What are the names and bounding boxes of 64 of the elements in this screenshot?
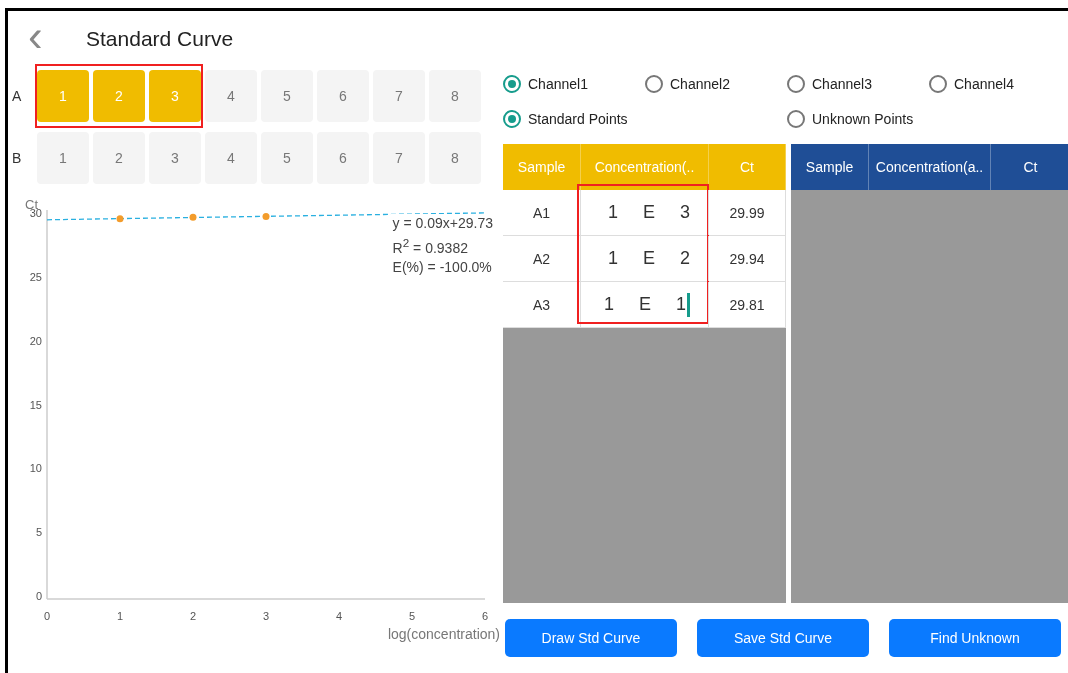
- table-cell: 29.99: [709, 190, 786, 235]
- well-button[interactable]: 5: [261, 70, 313, 122]
- table-cell: A2: [503, 236, 581, 281]
- tick-label: 2: [189, 610, 197, 622]
- action-button[interactable]: Save Std Curve: [697, 619, 869, 657]
- radio-label: Channel1: [528, 75, 588, 92]
- concentration-field[interactable]: 1 E 1: [581, 282, 709, 327]
- channel-radio[interactable]: Channel4: [929, 74, 1068, 93]
- equation-text: R$^{2}$ = 0.9382: [392, 235, 469, 258]
- radio-icon[interactable]: [503, 74, 521, 93]
- table-cell: 29.94: [709, 236, 786, 281]
- action-button[interactable]: Draw Std Curve: [505, 619, 677, 657]
- equation-text: E(%) = -100.0%: [392, 257, 493, 277]
- row-label: B: [11, 150, 23, 166]
- radio-icon[interactable]: [503, 109, 521, 128]
- radio-icon[interactable]: [787, 109, 805, 128]
- radio-label: Channel3: [812, 75, 872, 92]
- well-button[interactable]: 8: [429, 70, 481, 122]
- points-radio[interactable]: Standard Points: [503, 109, 787, 128]
- tick-label: 0: [35, 589, 42, 602]
- radio-label: Channel2: [670, 75, 730, 92]
- tick-label: 6: [481, 610, 489, 622]
- action-button[interactable]: Find Unknown: [889, 619, 1061, 657]
- well-button[interactable]: 8: [429, 132, 481, 184]
- well-button[interactable]: 2: [93, 132, 145, 184]
- tick-label: 0: [43, 610, 51, 622]
- well-button[interactable]: 6: [317, 70, 369, 122]
- radio-label: Standard Points: [528, 110, 628, 127]
- table-cell: A1: [503, 190, 581, 235]
- well-button[interactable]: 5: [261, 132, 313, 184]
- tick-label: 5: [35, 526, 42, 539]
- radio-label: Channel4: [954, 75, 1014, 92]
- tick-label: 10: [29, 462, 42, 475]
- axis-title: log(concentration): [387, 626, 500, 642]
- tick-label: 4: [335, 610, 343, 622]
- well-button[interactable]: 7: [373, 132, 425, 184]
- radio-label: Unknown Points: [812, 110, 914, 127]
- page-title: Standard Curve: [86, 26, 234, 51]
- concentration-field[interactable]: 1 E 3: [581, 190, 709, 235]
- concentration-field[interactable]: 1 E 2: [581, 236, 709, 281]
- radio-icon[interactable]: [645, 74, 663, 93]
- channel-radio[interactable]: Channel2: [645, 74, 787, 93]
- table-cell: 29.81: [709, 282, 786, 327]
- tick-label: 15: [29, 398, 42, 411]
- well-button[interactable]: 6: [317, 132, 369, 184]
- row-label: A: [11, 88, 23, 104]
- channel-radio[interactable]: Channel1: [503, 74, 645, 93]
- tick-label: 20: [29, 334, 42, 347]
- radio-icon[interactable]: [929, 74, 947, 93]
- tick-label: 25: [29, 271, 42, 284]
- back-button[interactable]: ‹: [8, 13, 64, 58]
- tick-label: 5: [408, 610, 416, 622]
- well-button[interactable]: 4: [205, 70, 257, 122]
- well-button[interactable]: 3: [149, 132, 201, 184]
- well-button[interactable]: 7: [373, 70, 425, 122]
- channel-radio[interactable]: Channel3: [787, 74, 929, 93]
- table-cell: A3: [503, 282, 581, 327]
- tick-label: 3: [262, 610, 270, 622]
- well-button[interactable]: 4: [205, 132, 257, 184]
- radio-icon[interactable]: [787, 74, 805, 93]
- well-button[interactable]: 1: [37, 132, 89, 184]
- points-radio[interactable]: Unknown Points: [787, 109, 1068, 128]
- equation-text: y = 0.09x+29.73: [392, 214, 493, 233]
- tick-label: 1: [116, 610, 124, 622]
